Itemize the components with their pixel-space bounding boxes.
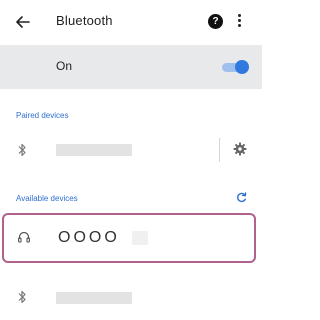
more-vert-icon[interactable]: [236, 14, 242, 30]
refresh-icon[interactable]: [236, 192, 247, 203]
help-icon[interactable]: ?: [208, 14, 223, 29]
available-device-row[interactable]: [0, 272, 262, 316]
bluetooth-settings-screen: Bluetooth ? On Paired devices Available …: [0, 0, 262, 320]
bluetooth-toggle-switch[interactable]: [222, 60, 249, 74]
bluetooth-icon: [18, 290, 26, 304]
paired-device-row[interactable]: [0, 128, 262, 172]
bluetooth-toggle-row[interactable]: On: [0, 45, 262, 89]
device-name-placeholder: [132, 231, 148, 245]
divider: [219, 138, 220, 162]
toggle-label: On: [56, 59, 73, 73]
arrow-back-icon[interactable]: [13, 12, 33, 32]
headphones-icon: [18, 231, 30, 243]
bluetooth-icon: [18, 143, 26, 157]
device-name: OOOO: [58, 229, 120, 246]
device-name-placeholder: [56, 144, 132, 156]
available-devices-header: Available devices: [16, 194, 78, 203]
toggle-thumb: [235, 60, 249, 74]
device-name-placeholder: [56, 292, 132, 304]
gear-icon[interactable]: [233, 142, 247, 156]
page-title: Bluetooth: [56, 13, 113, 28]
available-device-row-selected[interactable]: OOOO: [2, 213, 256, 263]
paired-devices-header: Paired devices: [16, 111, 69, 120]
app-bar: Bluetooth ?: [0, 0, 262, 44]
